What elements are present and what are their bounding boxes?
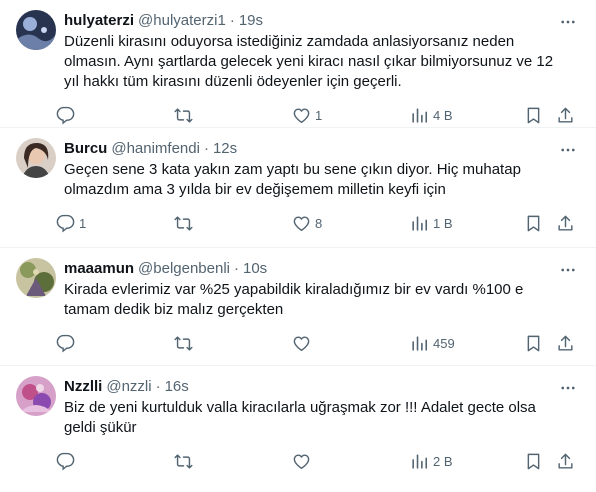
more-icon xyxy=(561,386,575,390)
views-button[interactable]: 4 B xyxy=(410,106,524,125)
tweet[interactable]: hulyaterzi @hulyaterzi1 · 19s Düzenli ki… xyxy=(0,0,596,128)
retweet-button[interactable] xyxy=(174,334,292,353)
views-icon xyxy=(412,107,428,123)
bookmark-button[interactable] xyxy=(524,106,556,125)
timestamp[interactable]: 10s xyxy=(243,260,267,277)
views-button[interactable]: 2 B xyxy=(410,452,524,471)
retweet-button[interactable] xyxy=(174,214,292,233)
bookmark-button[interactable] xyxy=(524,452,556,471)
heart-icon xyxy=(293,335,310,351)
retweet-button[interactable] xyxy=(174,106,292,125)
more-options-button[interactable] xyxy=(558,260,578,280)
reply-button[interactable] xyxy=(56,334,174,353)
user-handle[interactable]: @hulyaterzi1 xyxy=(138,12,226,29)
share-button[interactable] xyxy=(556,452,580,471)
display-name[interactable]: maaamun xyxy=(64,260,134,277)
more-options-button[interactable] xyxy=(558,140,578,160)
share-icon xyxy=(558,107,573,123)
more-options-button[interactable] xyxy=(558,378,578,398)
tweet-text: Düzenli kirasını oduyorsa istediğiniz za… xyxy=(64,33,554,90)
more-icon xyxy=(561,20,575,24)
heart-icon xyxy=(293,453,310,469)
like-count: 8 xyxy=(315,215,323,231)
views-button[interactable]: 1 B xyxy=(410,214,524,233)
separator-dot: · xyxy=(203,139,209,157)
tweet-header: hulyaterzi @hulyaterzi1 · 19s xyxy=(64,10,580,30)
bookmark-button[interactable] xyxy=(524,214,556,233)
bookmark-icon xyxy=(527,107,540,123)
tweet-text: Kirada evlerimiz var %25 yapabildik kira… xyxy=(64,281,524,318)
reply-count: 1 xyxy=(79,215,87,231)
tweet-header: Nzzlli @nzzli · 16s xyxy=(64,376,580,396)
like-button[interactable]: 8 xyxy=(292,214,410,233)
views-icon xyxy=(412,335,428,351)
avatar[interactable] xyxy=(16,138,56,178)
more-icon xyxy=(561,148,575,152)
action-bar: 2 B xyxy=(56,442,580,480)
heart-icon xyxy=(293,215,310,231)
timestamp[interactable]: 12s xyxy=(213,140,237,157)
heart-icon xyxy=(293,107,310,123)
tweet[interactable]: maaamun @belgenbenli · 10s Kirada evleri… xyxy=(0,248,596,366)
display-name[interactable]: Burcu xyxy=(64,140,107,157)
share-button[interactable] xyxy=(556,106,580,125)
avatar[interactable] xyxy=(16,258,56,298)
display-name[interactable]: Nzzlli xyxy=(64,378,102,395)
avatar[interactable] xyxy=(16,376,56,416)
separator-dot: · xyxy=(229,11,235,29)
like-count: 1 xyxy=(315,107,323,123)
share-button[interactable] xyxy=(556,214,580,233)
separator-dot: · xyxy=(155,377,161,395)
tweet[interactable]: Burcu @hanimfendi · 12s Geçen sene 3 kat… xyxy=(0,128,596,248)
tweet-text: Biz de yeni kurtulduk valla kiracılarla … xyxy=(64,399,536,436)
tweet-header: maaamun @belgenbenli · 10s xyxy=(64,258,580,278)
view-count: 459 xyxy=(433,335,455,351)
share-button[interactable] xyxy=(556,334,580,353)
reply-icon xyxy=(56,214,75,232)
more-icon xyxy=(561,268,575,272)
share-icon xyxy=(558,215,573,231)
tweet-text: Geçen sene 3 kata yakın zam yaptı bu sen… xyxy=(64,161,521,198)
view-count: 1 B xyxy=(433,215,453,231)
views-button[interactable]: 459 xyxy=(410,334,524,353)
retweet-icon xyxy=(174,335,193,351)
user-handle[interactable]: @nzzli xyxy=(106,378,151,395)
timestamp[interactable]: 16s xyxy=(165,378,189,395)
share-icon xyxy=(558,335,573,351)
reply-icon xyxy=(56,452,75,470)
retweet-icon xyxy=(174,453,193,469)
more-options-button[interactable] xyxy=(558,12,578,32)
action-bar: 1 8 1 B xyxy=(56,204,580,242)
reply-button[interactable] xyxy=(56,452,174,471)
like-button[interactable]: 1 xyxy=(292,106,410,125)
user-handle[interactable]: @hanimfendi xyxy=(111,140,200,157)
retweet-icon xyxy=(174,215,193,231)
views-icon xyxy=(412,453,428,469)
views-icon xyxy=(412,215,428,231)
display-name[interactable]: hulyaterzi xyxy=(64,12,134,29)
separator-dot: · xyxy=(234,259,239,277)
like-button[interactable] xyxy=(292,334,410,353)
like-button[interactable] xyxy=(292,452,410,471)
user-handle[interactable]: @belgenbenli xyxy=(138,260,230,277)
bookmark-icon xyxy=(527,335,540,351)
tweet-header: Burcu @hanimfendi · 12s xyxy=(64,138,580,158)
retweet-button[interactable] xyxy=(174,452,292,471)
bookmark-icon xyxy=(527,215,540,231)
retweet-icon xyxy=(174,107,193,123)
bookmark-button[interactable] xyxy=(524,334,556,353)
timestamp[interactable]: 19s xyxy=(239,12,263,29)
share-icon xyxy=(558,453,573,469)
bookmark-icon xyxy=(527,453,540,469)
reply-button[interactable] xyxy=(56,106,174,125)
avatar[interactable] xyxy=(16,10,56,50)
reply-icon xyxy=(56,334,75,352)
reply-button[interactable]: 1 xyxy=(56,214,174,233)
tweet-feed: hulyaterzi @hulyaterzi1 · 19s Düzenli ki… xyxy=(0,0,596,490)
reply-icon xyxy=(56,106,75,124)
action-bar: 459 xyxy=(56,324,580,362)
view-count: 4 B xyxy=(433,107,453,123)
view-count: 2 B xyxy=(433,453,453,469)
tweet[interactable]: Nzzlli @nzzli · 16s Biz de yeni kurtuldu… xyxy=(0,366,596,490)
